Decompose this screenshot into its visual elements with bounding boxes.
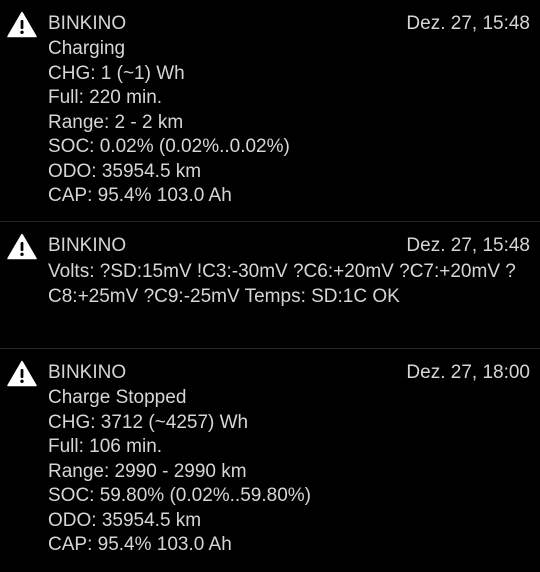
cap-line: CAP: 95.4% 103.0 Ah [48, 534, 232, 555]
notification-body: Charging CHG: 1 (~1) Wh Full: 220 min. R… [48, 37, 530, 209]
range-line: Range: 2 - 2 km [48, 111, 184, 133]
full-line: Full: 106 min. [48, 436, 163, 457]
status-line: Charging [48, 38, 126, 59]
odo-line: ODO: 35954.5 km [48, 509, 202, 531]
notification-charge-stopped[interactable]: BINKINO Dez. 27, 18:00 Charge Stopped CH… [0, 349, 540, 572]
notification-list: BINKINO Dez. 27, 15:48 Charging CHG: 1 (… [0, 0, 540, 572]
notification-charging[interactable]: BINKINO Dez. 27, 15:48 Charging CHG: 1 (… [0, 0, 540, 222]
notification-header: BINKINO Dez. 27, 15:48 [48, 232, 530, 259]
soc-line: SOC: 0.02% (0.02%..0.02%) [48, 136, 290, 157]
app-name: BINKINO [48, 235, 127, 256]
timestamp: Dez. 27, 18:00 [406, 362, 530, 383]
warning-icon [7, 233, 37, 260]
notification-header: BINKINO Dez. 27, 18:00 [48, 359, 530, 386]
odo-line: ODO: 35954.5 km [48, 160, 202, 182]
full-line: Full: 220 min. [48, 87, 163, 108]
range-line: Range: 2990 - 2990 km [48, 460, 247, 482]
soc-line: SOC: 59.80% (0.02%..59.80%) [48, 485, 311, 506]
timestamp: Dez. 27, 15:48 [406, 235, 530, 256]
warning-icon [7, 11, 37, 38]
cap-line: CAP: 95.4% 103.0 Ah [48, 185, 232, 206]
notification-body: Charge Stopped CHG: 3712 (~4257) Wh Full… [48, 386, 530, 558]
app-name: BINKINO [48, 362, 127, 383]
chg-line: CHG: 3712 (~4257) Wh [48, 411, 249, 433]
timestamp: Dez. 27, 15:48 [406, 13, 530, 34]
status-line: Charge Stopped [48, 387, 187, 408]
notification-body-text: Volts: ?SD:15mV !C3:-30mV ?C6:+20mV ?C7:… [48, 261, 516, 307]
notification-header: BINKINO Dez. 27, 15:48 [48, 10, 530, 37]
chg-line: CHG: 1 (~1) Wh [48, 62, 185, 84]
notification-volts[interactable]: BINKINO Dez. 27, 15:48 Volts: ?SD:15mV !… [0, 222, 540, 349]
app-name: BINKINO [48, 13, 127, 34]
warning-icon [7, 360, 37, 387]
